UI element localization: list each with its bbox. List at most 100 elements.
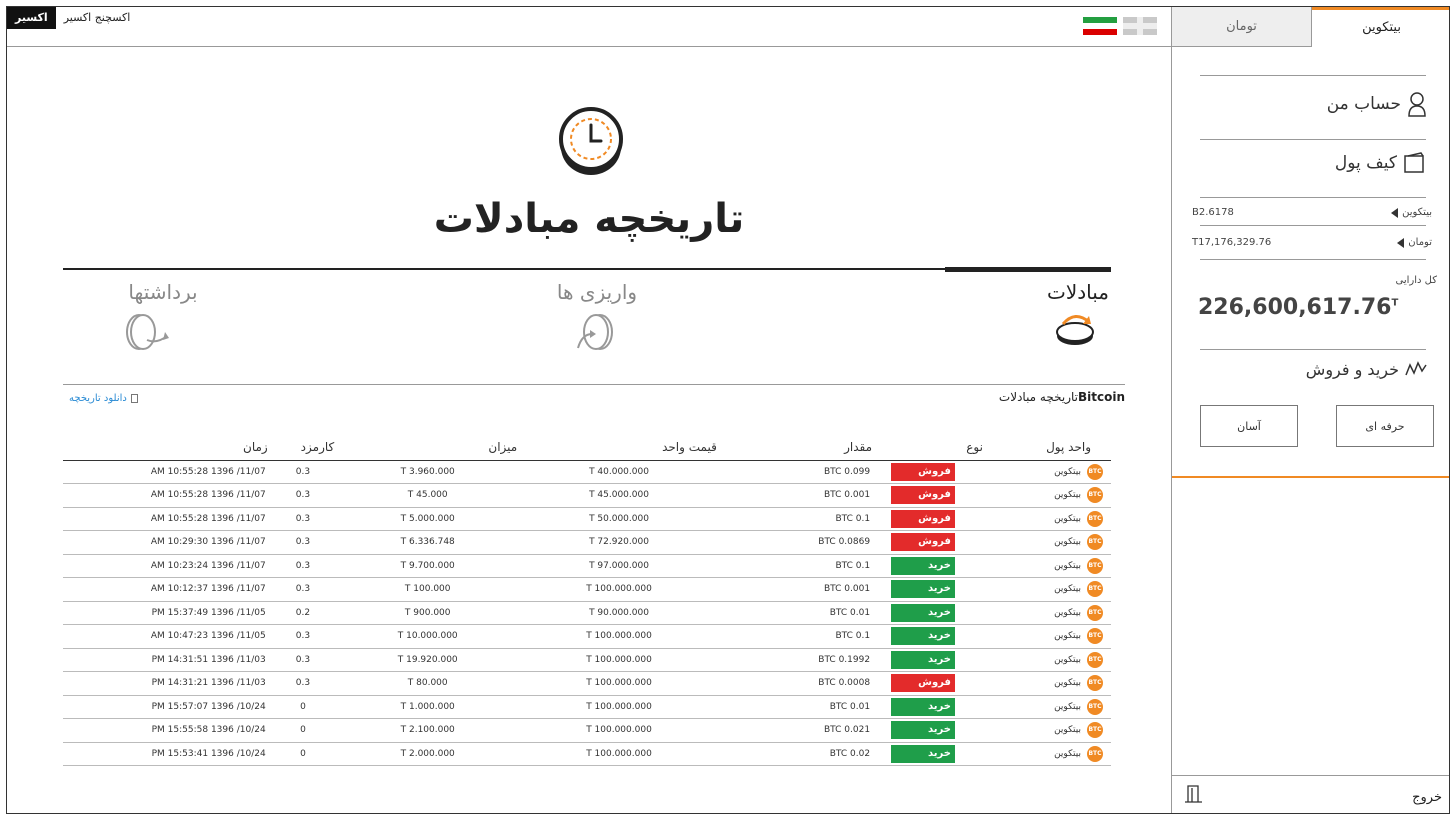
trade-label: خرید و فروش	[1305, 359, 1399, 379]
currency-wrap: بیتکوین BTC	[989, 722, 1103, 739]
caret-left-icon	[1397, 237, 1405, 248]
bitcoin-icon: BTC	[1087, 534, 1103, 551]
tab-withdrawals[interactable]: برداشتها	[63, 280, 263, 352]
currency-name: بیتکوین	[1054, 490, 1081, 501]
cell-total: T 45.000	[340, 483, 524, 508]
balance-label: بیتکوین	[1402, 207, 1432, 218]
cell-amount: BTC 0.1	[722, 554, 879, 578]
cell-unit-price: T 100.000.000	[523, 624, 723, 649]
type-badge: فروش	[890, 674, 955, 693]
table-row: AM 10:47:23 1396 /11/05 0.3 T 10.000.000 T …	[63, 624, 1111, 649]
balance-label-group: بیتکوین	[1391, 207, 1432, 218]
cell-fee: 0.3	[273, 577, 341, 602]
table-row: AM 10:23:24 1396 /11/07 0.3 T 9.700.000 T 9…	[63, 554, 1111, 578]
bitcoin-icon: BTC	[1087, 675, 1103, 692]
cell-type: فروش	[878, 530, 989, 555]
tab-trades[interactable]: مبادلات	[937, 280, 1109, 348]
cell-unit-price: T 100.000.000	[523, 695, 723, 719]
caret-left-icon	[1391, 207, 1399, 218]
pro-button[interactable]: حرفه ای	[1336, 405, 1434, 447]
section-title-text: تاریخچه مبادلات	[998, 390, 1078, 404]
type-badge: خرید	[890, 603, 955, 622]
sidebar: تومان بیتکوین حساب من کیف پول B2.6178 بی	[1171, 7, 1449, 813]
cell-fee: 0.3	[273, 460, 341, 484]
tab-deposits-label: واریزی ها	[556, 280, 638, 304]
divider	[1200, 197, 1426, 198]
cell-fee: 0.3	[273, 507, 341, 531]
table-row: PM 14:31:21 1396 /11/03 0.3 T 80.000 T 100.…	[63, 671, 1111, 696]
tab-trades-label: مبادلات	[1047, 280, 1109, 304]
bitcoin-icon: BTC	[1087, 487, 1103, 504]
cell-type: خرید	[878, 648, 989, 672]
deposit-coin-icon	[577, 314, 613, 350]
bitcoin-icon: BTC	[1087, 604, 1103, 621]
cell-amount: BTC 0.1992	[722, 648, 879, 672]
currency-name: بیتکوین	[1054, 654, 1081, 665]
main-content: تاریخچه مبادلات مبادلات واریزی ها برداشت…	[7, 48, 1171, 813]
cell-time: AM 10:47:23 1396 /11/05	[63, 624, 274, 649]
cell-type: فروش	[878, 460, 989, 484]
cell-time: PM 15:37:49 1396 /11/05	[63, 601, 274, 625]
col-time: زمان	[63, 434, 274, 461]
cell-amount: BTC 0.099	[722, 460, 879, 484]
active-tab-indicator	[945, 267, 1111, 272]
cell-time: AM 10:12:37 1396 /11/07	[63, 577, 274, 602]
cell-total: T 2.100.000	[340, 718, 524, 743]
cell-fee: 0.3	[273, 671, 341, 696]
iran-flag-icon[interactable]	[1083, 17, 1117, 35]
table-row: AM 10:55:28 1396 /11/07 0.3 T 5.000.000 T 5…	[63, 507, 1111, 531]
trade-mode-buttons: آسان حرفه ای	[1200, 405, 1434, 447]
cell-time: AM 10:55:28 1396 /11/07	[63, 507, 274, 531]
logout-area[interactable]: خروج	[1172, 775, 1449, 813]
bitcoin-icon: BTC	[1087, 557, 1103, 574]
cell-fee: 0	[273, 695, 341, 719]
currency-wrap: بیتکوین BTC	[989, 698, 1103, 715]
cell-type: فروش	[878, 671, 989, 696]
cell-time: PM 15:55:58 1396 /10/24	[63, 718, 274, 743]
type-badge: خرید	[890, 650, 955, 669]
type-badge: فروش	[890, 509, 955, 528]
table-row: AM 10:55:28 1396 /11/07 0.3 T 45.000 T 45.0…	[63, 483, 1111, 508]
language-switcher	[1083, 17, 1157, 35]
cell-total: T 2.000.000	[340, 742, 524, 766]
trade-link[interactable]: خرید و فروش	[1306, 359, 1427, 379]
type-badge: فروش	[890, 486, 955, 505]
cell-type: فروش	[878, 507, 989, 531]
wallet-link[interactable]: کیف پول	[1335, 151, 1427, 175]
cell-time: AM 10:55:28 1396 /11/07	[63, 483, 274, 508]
col-currency: واحد پول	[988, 434, 1111, 461]
cell-amount: BTC 0.02	[722, 742, 879, 766]
cell-type: خرید	[878, 624, 989, 649]
section-title: تاریخچه مبادلاتBitcoin	[999, 390, 1125, 404]
cell-type: خرید	[878, 718, 989, 743]
cell-currency: بیتکوین BTC	[988, 577, 1111, 602]
tab-toman[interactable]: تومان	[1172, 7, 1312, 47]
tab-withdrawals-label: برداشتها	[128, 280, 198, 304]
exchange-coin-icon	[1056, 315, 1094, 345]
table-row: PM 15:37:49 1396 /11/05 0.2 T 900.000 T 90.…	[63, 601, 1111, 625]
currency-name: بیتکوین	[1054, 560, 1081, 571]
download-history-link[interactable]: دانلود تاریخچه	[69, 393, 138, 404]
brand[interactable]: اکسیر اکسچنج اکسیر	[7, 7, 138, 47]
cell-amount: BTC 0.01	[722, 601, 879, 625]
page-title: تاریخچه مبادلات	[433, 196, 745, 242]
type-badge: فروش	[890, 462, 955, 481]
type-badge: فروش	[890, 533, 955, 552]
table-row: AM 10:12:37 1396 /11/07 0.3 T 100.000 T 100…	[63, 577, 1111, 602]
cell-total: T 9.700.000	[340, 554, 524, 578]
tab-bitcoin[interactable]: بیتکوین	[1312, 7, 1449, 47]
my-account-label: حساب من	[1326, 94, 1401, 114]
total-assets-unit: T	[1391, 297, 1399, 309]
my-account-link[interactable]: حساب من	[1327, 91, 1427, 117]
balance-label: تومان	[1408, 237, 1432, 248]
cell-time: PM 15:57:07 1396 /10/24	[63, 695, 274, 719]
uk-flag-icon[interactable]	[1123, 17, 1157, 35]
cell-amount: BTC 0.1	[722, 507, 879, 531]
top-bar: اکسیر اکسچنج اکسیر	[7, 7, 1171, 47]
table-row: PM 14:31:51 1396 /11/03 0.3 T 19.920.000 T …	[63, 648, 1111, 672]
tab-deposits[interactable]: واریزی ها	[507, 280, 687, 352]
easy-button[interactable]: آسان	[1200, 405, 1298, 447]
cell-unit-price: T 100.000.000	[523, 718, 723, 743]
currency-wrap: بیتکوین BTC	[989, 487, 1103, 504]
wallet-icon	[1404, 152, 1424, 173]
